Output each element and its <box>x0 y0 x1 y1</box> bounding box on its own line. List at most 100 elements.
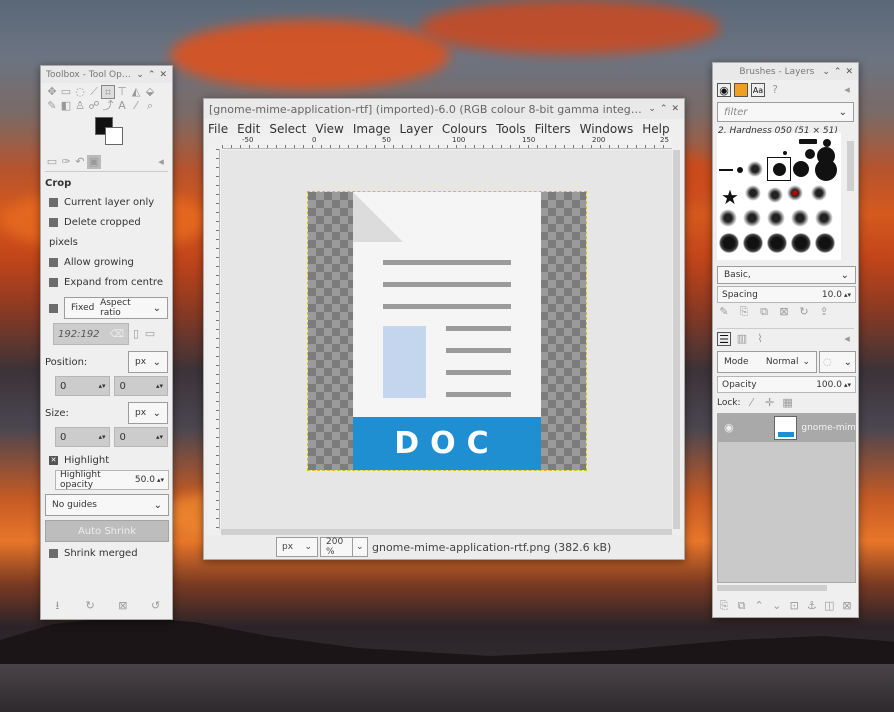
menu-file[interactable]: File <box>208 122 228 136</box>
close-icon[interactable]: ✕ <box>159 70 167 80</box>
menu-tools[interactable]: Tools <box>496 122 526 136</box>
opacity-slider[interactable]: Opacity 100.0 ▴▾ <box>717 376 856 393</box>
expand-from-centre-checkbox[interactable]: Expand from centre <box>49 273 168 293</box>
brushes-titlebar[interactable]: Brushes - Layers ⌄ ⌃ ✕ <box>713 63 858 80</box>
brush-as-image-icon[interactable]: ⇪ <box>817 305 831 319</box>
brush-swatch[interactable] <box>767 233 787 253</box>
fonts-tab-icon[interactable]: Aa <box>751 83 765 97</box>
bucket-fill-icon[interactable]: ⬙ <box>143 85 157 99</box>
brush-swatch[interactable] <box>799 139 817 144</box>
refresh-brushes-icon[interactable]: ↻ <box>797 305 811 319</box>
minimize-icon[interactable]: ⌄ <box>136 70 144 80</box>
highlight-opacity-slider[interactable]: Highlight opacity 50.0 ▴▾ <box>55 470 169 490</box>
spin-icon[interactable]: ▴▾ <box>98 433 105 441</box>
zoom-input[interactable]: 200 % <box>320 537 352 557</box>
menu-layer[interactable]: Layer <box>399 122 432 136</box>
lower-layer-icon[interactable]: ⌄ <box>770 599 784 613</box>
brush-swatch[interactable] <box>815 209 833 227</box>
transform-icon[interactable]: ⊤ <box>115 85 129 99</box>
reset-options-icon[interactable]: ↺ <box>149 599 163 613</box>
paths-icon[interactable]: ⤴ <box>101 99 115 113</box>
brush-swatch[interactable] <box>823 139 831 147</box>
fixed-dropdown[interactable]: Fixed Aspect ratio ⌄ <box>64 297 168 319</box>
brush-swatch[interactable] <box>743 209 761 227</box>
patterns-tab-icon[interactable] <box>734 83 748 97</box>
spin-icon[interactable]: ▴▾ <box>156 433 163 441</box>
toolbox-titlebar[interactable]: Toolbox - Tool Opti... ⌄ ⌃ ✕ <box>41 66 172 83</box>
delete-options-icon[interactable]: ⊠ <box>116 599 130 613</box>
size-unit-dropdown[interactable]: px ⌄ <box>128 402 168 424</box>
menu-windows[interactable]: Windows <box>580 122 634 136</box>
layer-row[interactable]: ◉ gnome-mim <box>718 414 855 442</box>
unit-dropdown[interactable]: px ⌄ <box>276 537 318 557</box>
brush-swatch[interactable] <box>767 209 785 227</box>
brush-scrollbar[interactable] <box>847 141 854 191</box>
horizontal-ruler[interactable]: -50 0 50 100 150 200 25 <box>222 136 672 149</box>
brush-swatch[interactable] <box>791 209 809 227</box>
mask-layer-icon[interactable]: ◫ <box>822 599 836 613</box>
auto-shrink-button[interactable]: Auto Shrink <box>45 520 169 542</box>
brush-swatch[interactable] <box>719 233 739 253</box>
brush-swatch[interactable] <box>793 161 809 177</box>
composite-dropdown[interactable]: ◌ ⌄ <box>819 351 856 373</box>
zoom-tool-icon[interactable]: ⌕ <box>143 99 157 113</box>
lock-position-icon[interactable]: ✛ <box>763 396 777 410</box>
duplicate-brush-icon[interactable]: ⧉ <box>757 305 771 319</box>
shrink-merged-checkbox[interactable]: Shrink merged <box>49 548 168 559</box>
dock-menu-icon[interactable]: ◂ <box>840 332 854 346</box>
brush-swatch[interactable] <box>719 169 733 171</box>
brush-grid[interactable]: ★ <box>717 133 841 260</box>
brush-filter[interactable]: filter ⌄ <box>717 102 854 122</box>
brush-swatch[interactable] <box>815 233 835 253</box>
color-picker-icon[interactable]: ⁄ <box>129 99 143 113</box>
edit-brush-icon[interactable]: ✎ <box>717 305 731 319</box>
mode-dropdown[interactable]: Mode Normal ⌄ <box>717 351 817 373</box>
star-brush-icon[interactable]: ★ <box>721 185 739 209</box>
lock-pixels-icon[interactable]: ⁄ <box>745 396 759 410</box>
paths-tab-icon[interactable]: ⌇ <box>753 332 767 346</box>
brush-swatch[interactable] <box>747 161 763 177</box>
spacing-slider[interactable]: Spacing 10.0 ▴▾ <box>717 286 856 303</box>
fixed-checkbox[interactable] <box>49 303 58 313</box>
dock-menu-icon[interactable]: ◂ <box>840 83 854 97</box>
position-x-input[interactable]: 0 ▴▾ <box>55 376 111 396</box>
image-titlebar[interactable]: [gnome-mime-application-rtf] (imported)-… <box>204 99 684 119</box>
brush-swatch[interactable] <box>791 233 811 253</box>
position-y-input[interactable]: 0 ▴▾ <box>114 376 168 396</box>
vertical-scrollbar[interactable] <box>673 150 680 529</box>
brush-swatch[interactable] <box>737 167 743 173</box>
pencil-icon[interactable]: ✎ <box>45 99 59 113</box>
menu-image[interactable]: Image <box>353 122 391 136</box>
text-tool-icon[interactable]: A <box>115 99 129 113</box>
delete-brush-icon[interactable]: ⊠ <box>777 305 791 319</box>
spin-icon[interactable]: ▴▾ <box>98 382 105 390</box>
menu-view[interactable]: View <box>315 122 343 136</box>
eye-icon[interactable]: ◉ <box>722 421 736 435</box>
spin-icon[interactable]: ▴▾ <box>156 382 163 390</box>
smudge-icon[interactable]: ☍ <box>87 99 101 113</box>
brush-swatch[interactable] <box>719 209 737 227</box>
brush-swatch[interactable] <box>787 185 803 201</box>
brush-swatch[interactable] <box>767 187 783 203</box>
clone-icon[interactable]: ♙ <box>73 99 87 113</box>
maximize-icon[interactable]: ⌃ <box>148 70 156 80</box>
vertical-ruler[interactable] <box>208 149 220 529</box>
new-layer-group-icon[interactable]: ⧉ <box>735 599 749 613</box>
portrait-icon[interactable]: ▯ <box>129 327 143 341</box>
move-tool-icon[interactable]: ✥ <box>45 85 59 99</box>
close-icon[interactable]: ✕ <box>845 67 853 77</box>
crop-tool-icon[interactable]: ⌗ <box>101 85 115 99</box>
brush-swatch[interactable] <box>745 185 761 201</box>
lasso-icon[interactable]: ◌ <box>73 85 87 99</box>
undo-history-tab-icon[interactable]: ↶ <box>73 155 87 169</box>
size-w-input[interactable]: 0 ▴▾ <box>55 427 111 447</box>
channels-tab-icon[interactable]: ▥ <box>735 332 749 346</box>
current-layer-only-checkbox[interactable]: Current layer only <box>49 193 168 213</box>
brush-set-dropdown[interactable]: Basic, ⌄ <box>717 266 856 284</box>
brush-swatch[interactable] <box>815 159 837 181</box>
menu-edit[interactable]: Edit <box>237 122 260 136</box>
guides-dropdown[interactable]: No guides ⌄ <box>45 494 169 516</box>
brush-swatch[interactable] <box>805 149 815 159</box>
anchor-layer-icon[interactable]: ⚓ <box>805 599 819 613</box>
minimize-icon[interactable]: ⌄ <box>648 104 656 114</box>
